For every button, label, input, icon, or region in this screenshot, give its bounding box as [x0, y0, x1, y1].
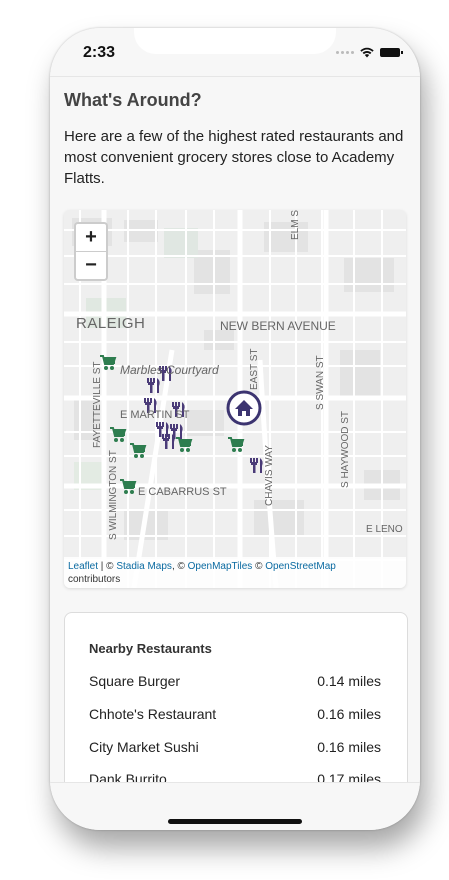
attr-sep-2: , ©	[171, 561, 188, 572]
restaurants-heading: Nearby Restaurants	[89, 641, 212, 656]
wifi-icon	[360, 47, 374, 58]
label-cabarrus: E CABARRUS ST	[138, 486, 227, 498]
label-elm: ELM S	[290, 210, 301, 240]
list-item[interactable]: Square Burger 0.14 miles	[89, 673, 381, 689]
label-wilmington: S WILMINGTON ST	[108, 450, 119, 540]
label-east-st: EAST ST	[249, 349, 260, 391]
restaurant-name: Square Burger	[89, 673, 181, 689]
zoom-out-button[interactable]: −	[76, 252, 106, 279]
status-time: 2:33	[83, 44, 116, 61]
label-fayetteville: FAYETTEVILLE ST	[92, 361, 103, 448]
openmaptiles-link[interactable]: OpenMapTiles	[188, 561, 253, 572]
restaurant-name: City Market Sushi	[89, 739, 199, 755]
label-leno: E LENO	[366, 524, 403, 535]
label-chavis: CHAVIS WAY	[264, 445, 275, 506]
stadia-link[interactable]: Stadia Maps	[116, 561, 172, 572]
attr-sep-3: ©	[252, 561, 266, 572]
status-bar: 2:33	[50, 28, 420, 77]
attr-sep-1: | ©	[98, 561, 117, 572]
page-title: What's Around?	[64, 90, 202, 110]
label-new-bern: NEW BERN AVENUE	[220, 319, 336, 333]
attr-contributors: contributors	[68, 574, 121, 585]
restaurant-distance: 0.16 miles	[317, 706, 381, 722]
main-content: What's Around? Here are a few of the hig…	[64, 90, 406, 189]
label-swan: S SWAN ST	[315, 355, 326, 410]
restaurant-name: Chhote's Restaurant	[89, 706, 217, 722]
label-marbles: Marbles Courtyard	[120, 363, 219, 377]
list-item[interactable]: Chhote's Restaurant 0.16 miles	[89, 706, 381, 722]
leaflet-link[interactable]: Leaflet	[68, 561, 98, 572]
signal-icon	[336, 51, 354, 54]
map-attribution: Leaflet | © Stadia Maps, © OpenMapTiles …	[64, 557, 406, 588]
status-icons	[336, 47, 403, 58]
map-tiles: RALEIGH NEW BERN AVENUE Marbles Courtyar…	[64, 210, 406, 588]
zoom-in-button[interactable]: +	[76, 224, 106, 252]
map[interactable]: RALEIGH NEW BERN AVENUE Marbles Courtyar…	[64, 210, 406, 588]
label-haywood: S HAYWOOD ST	[340, 411, 351, 488]
home-icon	[226, 390, 262, 426]
list-item[interactable]: City Market Sushi 0.16 miles	[89, 739, 381, 755]
label-raleigh: RALEIGH	[76, 315, 145, 332]
home-indicator[interactable]	[168, 819, 302, 824]
restaurant-distance: 0.16 miles	[317, 739, 381, 755]
notch	[134, 28, 336, 54]
openstreetmap-link[interactable]: OpenStreetMap	[265, 561, 336, 572]
label-martin: E MARTIN ST	[120, 409, 190, 421]
intro-text: Here are a few of the highest rated rest…	[64, 128, 404, 187]
zoom-control: + −	[74, 222, 108, 281]
battery-icon	[380, 48, 403, 57]
phone-frame: 2:33 What's Around? Here are a few of th…	[50, 28, 420, 830]
restaurant-distance: 0.14 miles	[317, 673, 381, 689]
